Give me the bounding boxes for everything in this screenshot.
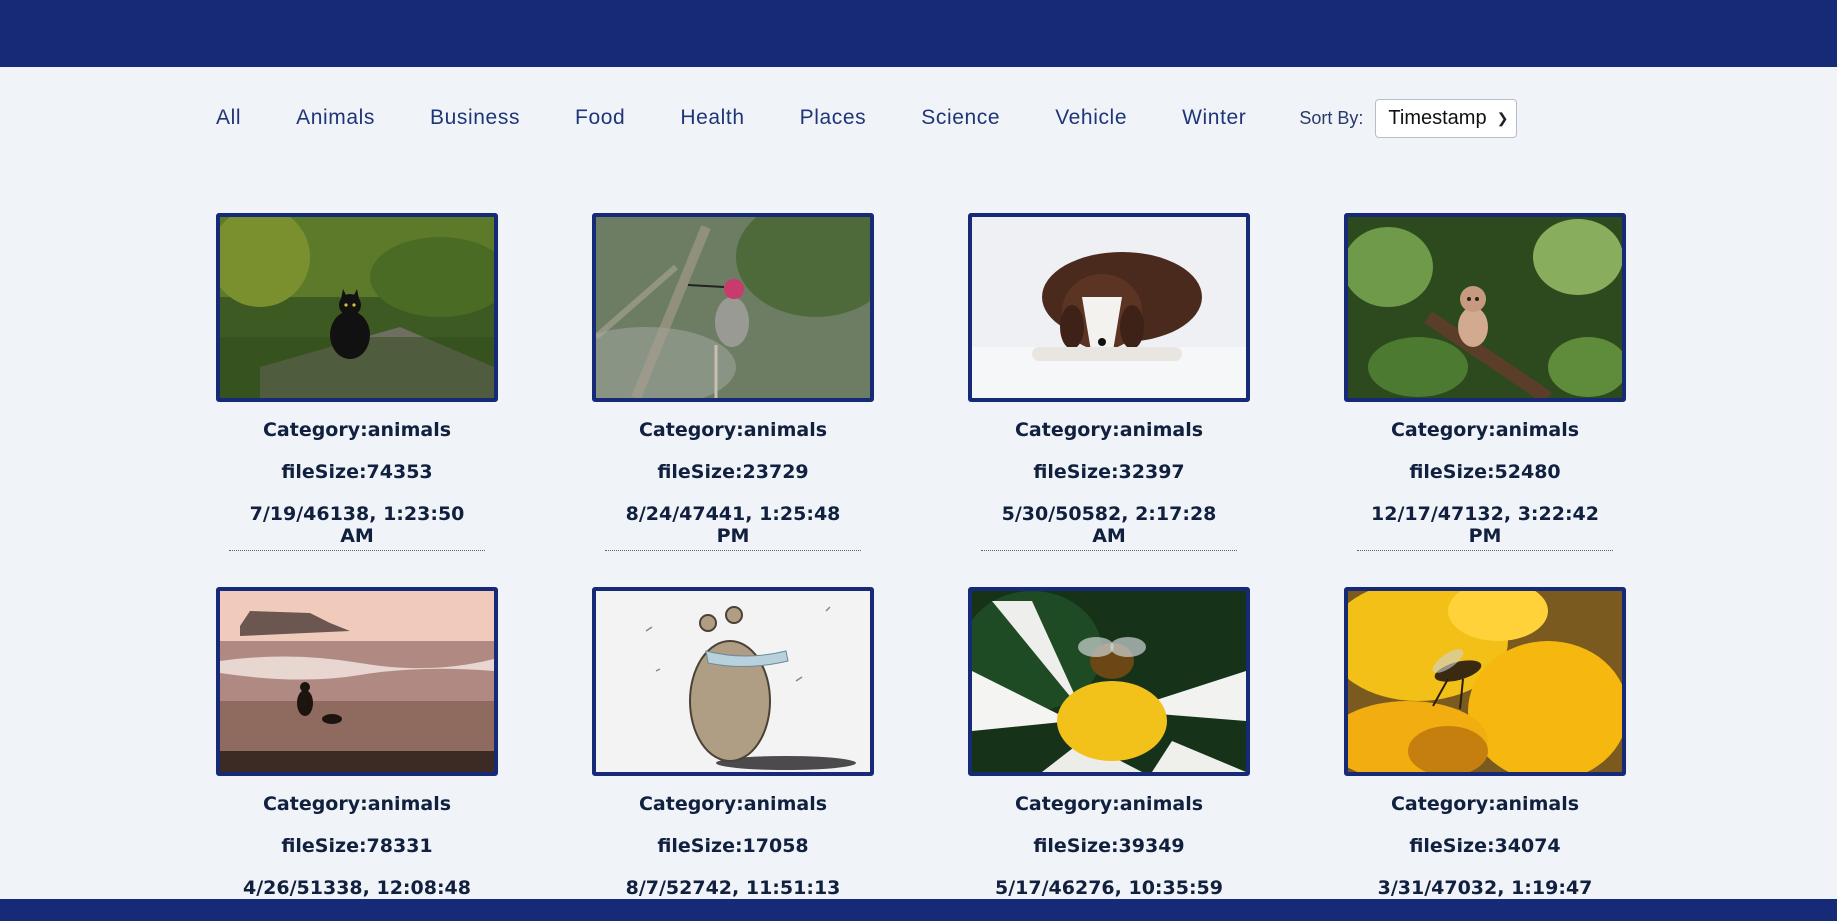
card-timestamp: 8/24/47441, 1:25:48 PM (605, 503, 861, 551)
chevron-down-icon: ❯ (1496, 109, 1509, 126)
card-category: Category:animals (1390, 419, 1580, 441)
card-image[interactable] (1344, 587, 1626, 776)
card-category: Category:animals (638, 419, 828, 441)
image-card[interactable]: Category:animals fileSize:34074 3/31/470… (1344, 587, 1626, 921)
image-card[interactable]: Category:animals fileSize:23729 8/24/474… (592, 213, 874, 551)
card-filesize: fileSize:52480 (1409, 461, 1561, 483)
card-category: Category:animals (1014, 793, 1204, 815)
image-card[interactable]: Category:animals fileSize:32397 5/30/505… (968, 213, 1250, 551)
card-timestamp: 5/30/50582, 2:17:28 AM (981, 503, 1237, 551)
card-filesize: fileSize:39349 (1033, 835, 1185, 857)
filter-business[interactable]: Business (430, 104, 520, 132)
image-card[interactable]: Category:animals fileSize:52480 12/17/47… (1344, 213, 1626, 551)
card-image[interactable] (216, 587, 498, 776)
image-card[interactable]: Category:animals fileSize:39349 5/17/462… (968, 587, 1250, 921)
sort-select-value: Timestamp (1388, 106, 1487, 129)
filter-health[interactable]: Health (680, 104, 744, 132)
image-card[interactable]: Category:animals fileSize:74353 7/19/461… (216, 213, 498, 551)
card-timestamp: 12/17/47132, 3:22:42 PM (1357, 503, 1613, 551)
card-filesize: fileSize:23729 (657, 461, 809, 483)
filter-vehicle[interactable]: Vehicle (1055, 104, 1127, 132)
card-category: Category:animals (262, 793, 452, 815)
card-image[interactable] (968, 587, 1250, 776)
image-card[interactable]: Category:animals fileSize:78331 4/26/513… (216, 587, 498, 921)
filter-food[interactable]: Food (575, 104, 625, 132)
sort-select[interactable]: Timestamp ❯ (1375, 98, 1518, 138)
card-timestamp: 7/19/46138, 1:23:50 AM (229, 503, 485, 551)
card-image[interactable] (968, 213, 1250, 402)
card-image[interactable] (216, 213, 498, 402)
filter-science[interactable]: Science (921, 104, 1000, 132)
card-image[interactable] (1344, 213, 1626, 402)
card-filesize: fileSize:17058 (657, 835, 809, 857)
filter-bar: All Animals Business Food Health Places … (216, 98, 1518, 138)
header-bar (0, 0, 1837, 67)
filter-animals[interactable]: Animals (296, 104, 375, 132)
card-category: Category:animals (1390, 793, 1580, 815)
card-filesize: fileSize:78331 (281, 835, 433, 857)
card-filesize: fileSize:34074 (1409, 835, 1561, 857)
footer-bar (0, 899, 1837, 921)
image-card[interactable]: Category:animals fileSize:17058 8/7/5274… (592, 587, 874, 921)
card-filesize: fileSize:74353 (281, 461, 433, 483)
card-filesize: fileSize:32397 (1033, 461, 1185, 483)
sort-label: Sort By: (1299, 107, 1364, 128)
filter-all[interactable]: All (216, 104, 241, 132)
image-grid: Category:animals fileSize:74353 7/19/461… (216, 213, 1626, 921)
card-category: Category:animals (638, 793, 828, 815)
card-image[interactable] (592, 587, 874, 776)
card-category: Category:animals (262, 419, 452, 441)
card-category: Category:animals (1014, 419, 1204, 441)
card-image[interactable] (592, 213, 874, 402)
filter-winter[interactable]: Winter (1182, 104, 1246, 132)
filter-places[interactable]: Places (800, 104, 867, 132)
